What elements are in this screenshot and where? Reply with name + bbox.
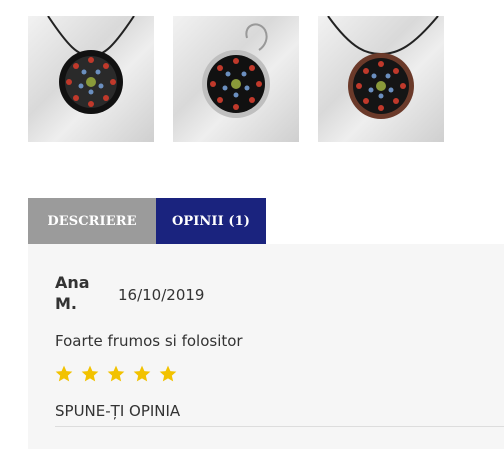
thumbnail-3[interactable]	[318, 16, 444, 142]
tab-description[interactable]: DESCRIERE	[28, 198, 156, 244]
star-icon	[132, 364, 152, 384]
review-date: 16/10/2019	[118, 286, 205, 304]
star-icon	[54, 364, 74, 384]
pendant-image	[327, 16, 439, 119]
thumbnail-2[interactable]	[173, 16, 299, 142]
tab-reviews[interactable]: OPINII (1)	[156, 198, 266, 244]
star-icon	[158, 364, 178, 384]
star-icon	[80, 364, 100, 384]
write-review-link[interactable]: SPUNE-ȚI OPINIA	[55, 402, 504, 427]
review-author: Ana M.	[55, 273, 90, 313]
reviews-panel: Ana M. 16/10/2019 Foarte frumos si folos…	[28, 244, 504, 449]
thumbnail-1[interactable]	[28, 16, 154, 142]
review-text: Foarte frumos si folositor	[55, 332, 243, 350]
product-page: DESCRIERE OPINII (1) Ana M. 16/10/2019 F…	[0, 0, 504, 449]
pendant-image	[202, 23, 270, 118]
thumbnail-gallery	[28, 16, 444, 142]
review-rating	[54, 364, 178, 384]
pendant-image	[47, 16, 135, 114]
product-tabs: DESCRIERE OPINII (1)	[28, 198, 266, 244]
star-icon	[106, 364, 126, 384]
